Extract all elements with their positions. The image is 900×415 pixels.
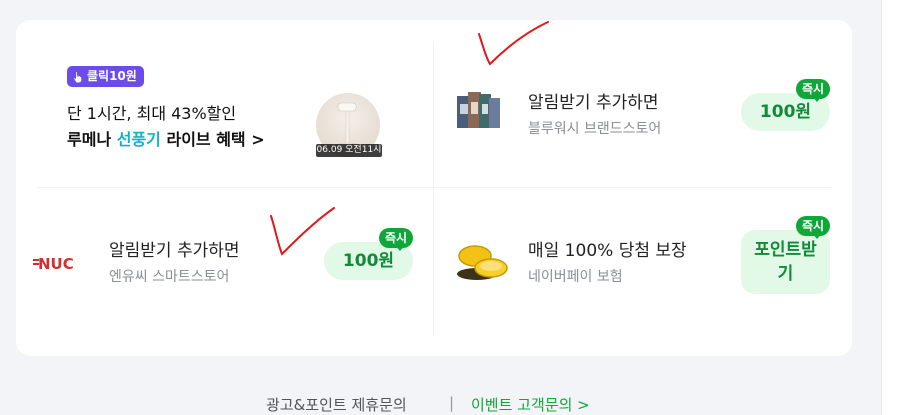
service-name: 네이버페이 보험 [528,269,623,285]
store-name: 블루워시 브랜드스토어 [528,121,662,137]
footer-links: 광고&포인트 제휴문의 | 이벤트 고객문의 > [0,394,881,415]
point-reward-button[interactable]: 포인트받기 [741,230,830,294]
column-divider [433,42,434,336]
vertical-scrollbar[interactable] [881,0,900,415]
store-name: 엔유씨 스마트스토어 [109,269,230,285]
notify-title: 알림받기 추가하면 [528,93,659,113]
instant-badge: 즉시 [796,216,830,239]
event-support-link[interactable]: 이벤트 고객문의 > [471,394,590,415]
row-divider [38,187,831,188]
promo-highlight: 선풍기 [116,130,161,149]
promo-link[interactable]: 루메나 선풍기 라이브 혜택 > [67,126,265,150]
prize-title: 매일 100% 당첨 보장 [528,241,687,261]
hand-pointer-icon [74,71,82,82]
promo-rest: 라이브 혜택 > [160,130,265,149]
nuc-logo-icon: NUC [33,255,74,273]
promo-brand: 루메나 [67,130,117,149]
footer-separator: | [449,394,455,412]
click-reward-label: 클릭10원 [87,69,137,83]
promo-headline: 단 1시간, 최대 43%할인 [67,104,237,123]
click-reward-badge: 클릭10원 [67,66,144,87]
nuc-logo: NUC [33,253,99,273]
ad-partnership-link[interactable]: 광고&포인트 제휴문의 [266,394,407,415]
notify-title: 알림받기 추가하면 [109,241,240,261]
live-time-label: 06.09 오전11시 [316,144,382,157]
instant-badge: 즉시 [379,228,413,251]
instant-badge: 즉시 [796,79,830,102]
nuc-logo-text: NUC [38,255,74,273]
